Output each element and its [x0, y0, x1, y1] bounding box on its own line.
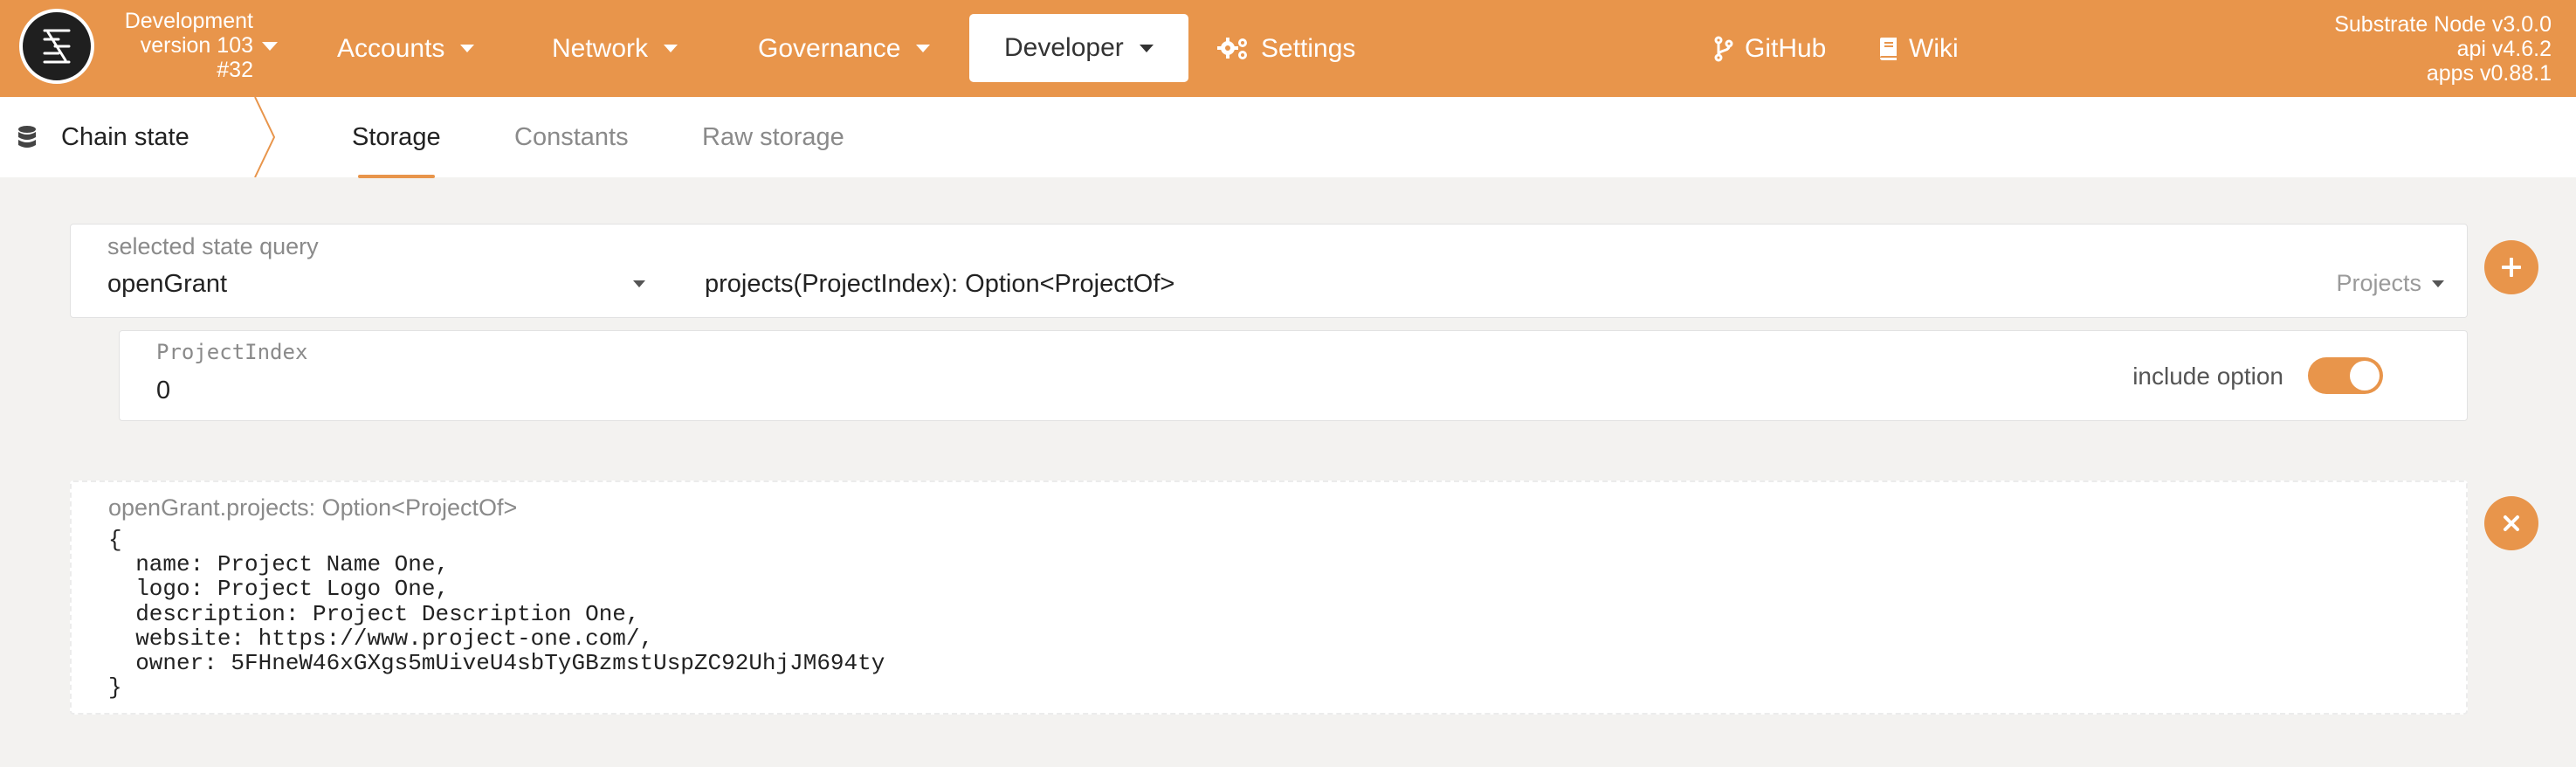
menu-accounts-label: Accounts [337, 33, 445, 63]
menu-developer[interactable]: Developer [969, 14, 1188, 82]
state-query-label: selected state query [107, 233, 319, 259]
chevron-down-icon[interactable] [262, 42, 278, 51]
chevron-down-icon [916, 45, 931, 52]
menu-developer-label: Developer [1004, 33, 1124, 62]
node-version: Substrate Node v3.0.0 [2334, 12, 2552, 37]
project-index-param: ProjectIndex 0 include option [119, 330, 2468, 421]
chain-name: Development [124, 9, 253, 33]
apps-version: apps v0.88.1 [2426, 61, 2552, 86]
menu-network[interactable]: Network [552, 0, 678, 97]
chevron-down-icon [664, 45, 678, 52]
toggle-knob [2350, 361, 2380, 390]
module-dropdown[interactable]: openGrant [107, 270, 227, 299]
method-dropdown[interactable]: projects(ProjectIndex): Option<ProjectOf… [705, 270, 1174, 299]
chain-selector[interactable]: Development version 103 #32 [108, 9, 253, 82]
menu-network-label: Network [552, 33, 649, 63]
chevron-down-icon[interactable] [633, 280, 645, 287]
sub-navigation: Chain state Storage Constants Raw storag… [0, 97, 2576, 177]
project-index-input[interactable]: 0 [156, 377, 170, 405]
include-option-label: include option [2132, 363, 2283, 390]
menu-settings-label: Settings [1261, 33, 1356, 63]
method-doc-label[interactable]: Projects [2336, 270, 2421, 297]
project-index-label: ProjectIndex [156, 340, 308, 364]
tab-storage-label: Storage [352, 122, 441, 151]
git-branch-icon [1713, 36, 1734, 62]
add-query-button[interactable] [2484, 240, 2538, 294]
wiki-link[interactable]: Wiki [1877, 0, 1959, 97]
breadcrumb-divider [254, 97, 276, 177]
plus-icon [2502, 258, 2521, 277]
version-info: Substrate Node v3.0.0 api v4.6.2 apps v0… [2334, 12, 2552, 86]
database-icon [17, 125, 37, 149]
github-link-label: GitHub [1745, 33, 1827, 63]
chevron-down-icon [1139, 44, 1154, 52]
active-tab-indicator [358, 175, 435, 178]
tab-raw-storage[interactable]: Raw storage [702, 97, 844, 177]
query-result: openGrant.projects: Option<ProjectOf> { … [70, 480, 2468, 715]
book-icon [1877, 37, 1898, 61]
gears-icon [1217, 36, 1250, 62]
include-option-toggle[interactable] [2308, 357, 2383, 394]
result-label: openGrant.projects: Option<ProjectOf> [108, 494, 518, 521]
wiki-link-label: Wiki [1909, 33, 1959, 63]
chain-state-label: Chain state [61, 122, 189, 151]
tab-constants[interactable]: Constants [514, 97, 629, 177]
close-icon [2504, 515, 2519, 531]
tab-storage[interactable]: Storage [352, 97, 441, 177]
result-value: { name: Project Name One, logo: Project … [108, 527, 885, 701]
chain-version: version 103 [140, 33, 253, 58]
chevron-down-icon [460, 45, 475, 52]
chain-state-section: Chain state [17, 97, 189, 177]
chain-block: #32 [217, 58, 253, 82]
tab-constants-label: Constants [514, 122, 629, 151]
menu-accounts[interactable]: Accounts [337, 0, 475, 97]
github-link[interactable]: GitHub [1713, 0, 1826, 97]
substrate-logo-icon[interactable] [19, 9, 94, 84]
tab-raw-storage-label: Raw storage [702, 122, 844, 151]
top-navigation-bar: Development version 103 #32 Accounts Net… [0, 0, 2576, 97]
api-version: api v4.6.2 [2456, 37, 2552, 61]
chevron-down-icon[interactable] [2432, 280, 2444, 287]
menu-governance[interactable]: Governance [758, 0, 931, 97]
state-query-selector: selected state query openGrant projects(… [70, 224, 2468, 318]
menu-governance-label: Governance [758, 33, 901, 63]
remove-query-button[interactable] [2484, 496, 2538, 550]
menu-settings[interactable]: Settings [1217, 0, 1355, 97]
